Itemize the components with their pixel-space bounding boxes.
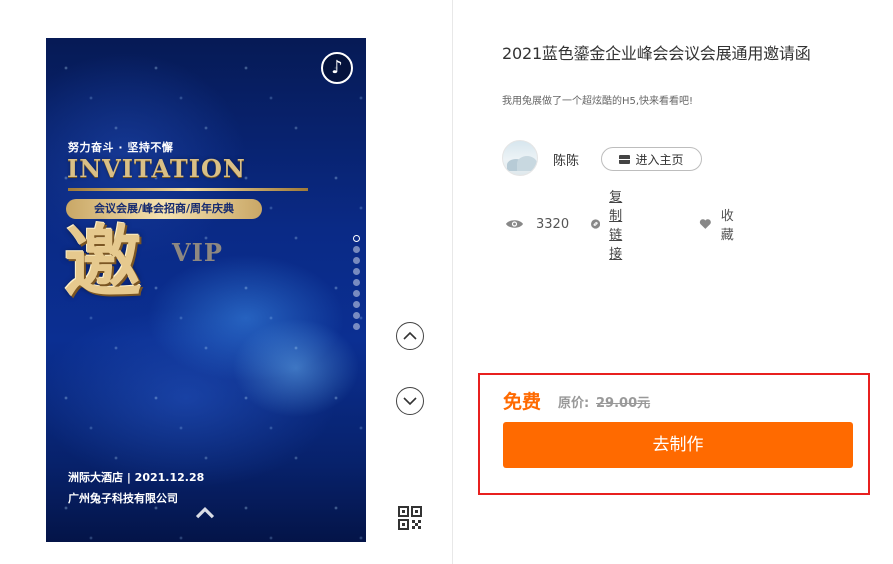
purchase-panel: 免费 原价: 29.00元 去制作 (478, 373, 870, 495)
enter-homepage-button[interactable]: 进入主页 (601, 147, 702, 171)
free-price-label: 免费 (503, 391, 542, 413)
original-price-label: 原价: (558, 396, 590, 411)
favorite-button[interactable]: 收藏 (699, 209, 739, 243)
view-count: 3320 (505, 214, 569, 234)
preview-company: 广州兔子科技有限公司 (68, 492, 178, 505)
template-title: 2021蓝色鎏金企业峰会会议会展通用邀请函 (502, 44, 811, 63)
page-dot[interactable] (353, 290, 360, 297)
page-dot[interactable] (353, 257, 360, 264)
chevron-up-icon (403, 331, 417, 340)
eye-icon (506, 220, 523, 228)
page-dot[interactable] (353, 268, 360, 275)
preview-slogan: 努力奋斗 · 坚持不懈 (68, 141, 174, 154)
author-name[interactable]: 陈陈 (553, 150, 579, 169)
copy-link-label[interactable]: 复制链接 (609, 186, 633, 262)
prev-page-button[interactable] (396, 322, 424, 350)
music-icon[interactable]: ♪ (321, 52, 353, 84)
link-icon (591, 219, 601, 229)
heart-icon (699, 219, 711, 229)
page-dot[interactable] (353, 301, 360, 308)
qr-code-icon[interactable] (398, 506, 422, 530)
preview-venue: 洲际大酒店 | 2021.12.28 (68, 471, 205, 484)
enter-homepage-label: 进入主页 (635, 152, 684, 167)
h5-preview[interactable]: ♪ 努力奋斗 · 坚持不懈 INVITATION 会议会展/峰会招商/周年庆典 … (46, 38, 366, 542)
next-page-button[interactable] (396, 387, 424, 415)
preview-invitation-title: INVITATION (67, 154, 246, 183)
page-dot[interactable] (353, 246, 360, 253)
favorite-label: 收藏 (720, 209, 734, 243)
page-dot[interactable] (353, 312, 360, 319)
vertical-divider (452, 0, 453, 564)
gold-divider (68, 188, 308, 191)
preview-invite-character: 邀 (64, 217, 143, 308)
preview-category-pill: 会议会展/峰会招商/周年庆典 (66, 199, 262, 219)
template-description: 我用兔展做了一个超炫酷的H5,快来看看吧! (502, 96, 694, 107)
page-dot[interactable] (353, 323, 360, 330)
homepage-icon (619, 154, 631, 164)
avatar[interactable] (502, 140, 538, 176)
chevron-down-icon (403, 397, 417, 406)
page-dot[interactable] (353, 235, 360, 242)
make-button[interactable]: 去制作 (503, 422, 853, 468)
copy-link[interactable]: 复制链接 (591, 190, 633, 262)
page-indicator[interactable] (353, 235, 361, 334)
page-dot[interactable] (353, 279, 360, 286)
view-count-value: 3320 (536, 216, 570, 232)
preview-vip-text: VIP (172, 238, 223, 267)
original-price-value: 29.00元 (596, 396, 651, 411)
